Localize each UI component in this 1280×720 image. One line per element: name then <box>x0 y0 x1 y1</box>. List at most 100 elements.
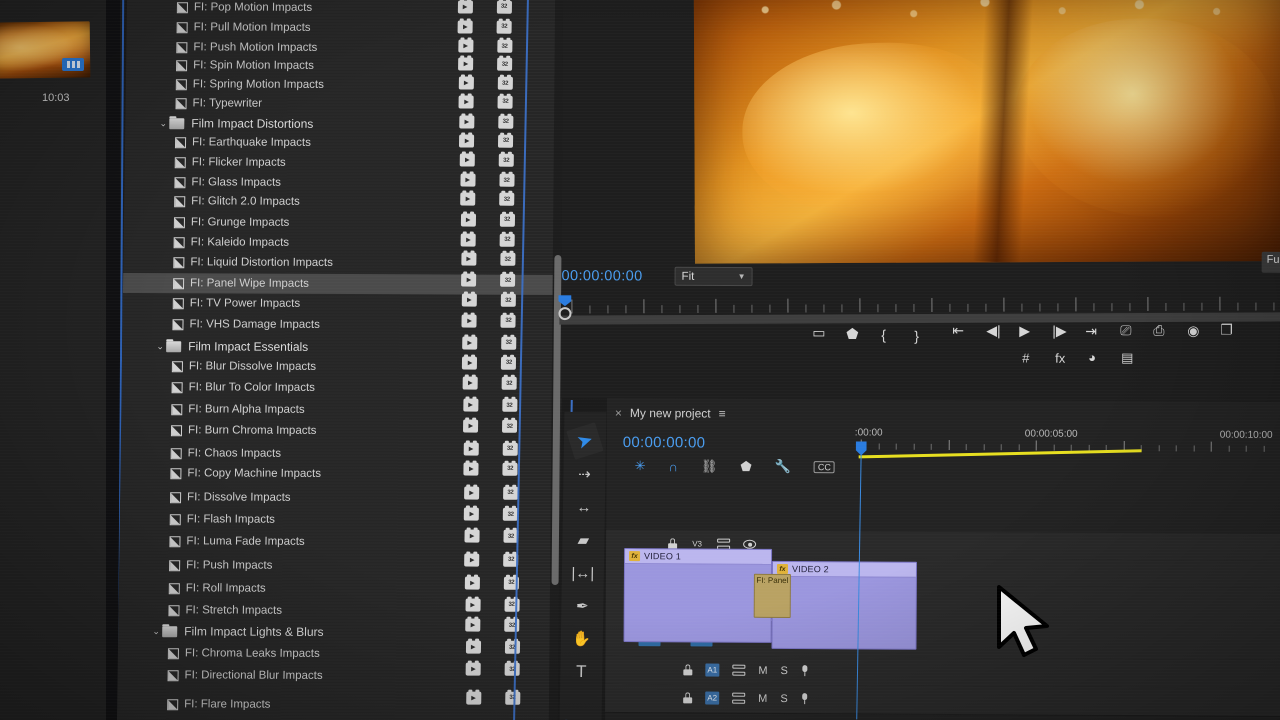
close-icon[interactable]: × <box>615 406 622 420</box>
program-monitor-ruler[interactable] <box>561 296 1280 314</box>
track-lock-icon[interactable] <box>683 664 692 675</box>
multicam-icon[interactable]: # <box>1022 351 1029 366</box>
go-to-in-icon[interactable]: ⇤ <box>952 322 964 339</box>
panel-menu-icon[interactable]: ≡ <box>719 407 725 421</box>
track-visibility-eye-icon[interactable] <box>743 539 757 549</box>
effects-item-row[interactable]: FI: Copy Machine Impacts <box>120 463 610 485</box>
effects-item-row[interactable]: FI: Blur Dissolve Impacts <box>122 356 612 378</box>
track-targeting-A2[interactable]: A2 <box>705 691 720 705</box>
effects-item-row[interactable]: FI: Dissolve Impacts <box>120 487 610 509</box>
clip-duration-label: 10:03 <box>42 92 70 104</box>
yuv-accelerated-badge: ▶ <box>459 134 475 148</box>
solo-track-button[interactable]: S <box>780 692 787 704</box>
effects-item-row[interactable]: FI: Flash Impacts <box>120 509 610 531</box>
track-targeting-A1[interactable]: A1 <box>705 663 720 677</box>
pen-tool[interactable]: ✒ <box>567 591 597 621</box>
play-stop-icon[interactable]: ▶ <box>1019 322 1030 339</box>
fx-badge-icon[interactable]: fx <box>776 563 789 575</box>
timeline-tab[interactable]: × My new project ≡ <box>615 406 725 421</box>
go-to-out-icon[interactable]: ⇥ <box>1085 323 1097 340</box>
effects-item-row[interactable]: FI: Roll Impacts <box>119 578 609 600</box>
effects-item-row[interactable]: FI: Liquid Distortion Impacts <box>123 252 613 274</box>
snap-magnet-icon[interactable]: ∩ <box>668 459 677 474</box>
type-tool[interactable]: T <box>566 657 596 687</box>
effects-panel: FI: Flip Motion ImpactsFI: Pop Motion Im… <box>116 0 614 720</box>
effects-item-row[interactable]: FI: Flare Impacts <box>117 694 607 716</box>
extract-icon[interactable]: ⎙ <box>1153 322 1164 339</box>
comparison-view-icon[interactable]: ❐ <box>1220 322 1233 339</box>
voice-over-icon[interactable] <box>801 693 808 704</box>
effect-accelerator-badges: ▶ 32 <box>464 598 520 612</box>
effects-item-row[interactable]: FI: Directional Blur Impacts <box>117 665 607 687</box>
track-lock-icon[interactable] <box>683 692 692 703</box>
nested-sequence-icon[interactable]: ✳ <box>635 458 646 474</box>
effects-icon[interactable]: fx <box>1055 351 1065 366</box>
program-monitor-zoom-select[interactable]: Fit ▼ <box>674 266 753 287</box>
chevron-down-icon[interactable]: ⌄ <box>154 341 166 352</box>
effects-item-row[interactable]: FI: Burn Chroma Impacts <box>121 420 611 442</box>
effects-item-row[interactable]: FI: Luma Fade Impacts <box>119 531 609 553</box>
timeline-playhead-timecode[interactable]: 00:00:00:00 <box>623 434 706 452</box>
program-monitor-video-frame[interactable] <box>693 0 1280 264</box>
lift-icon[interactable]: ⎚ <box>1120 322 1131 339</box>
timeline-settings-wrench-icon[interactable]: 🔧 <box>775 459 791 475</box>
effects-item-row[interactable]: FI: Blur To Color Impacts <box>121 377 611 399</box>
effects-item-row[interactable]: FI: Earthquake Impacts <box>125 132 615 154</box>
step-back-icon[interactable]: ◀| <box>986 322 1000 339</box>
effects-item-row[interactable]: FI: Grunge Impacts <box>124 212 614 234</box>
playback-resolution-dropdown[interactable]: Full <box>1261 251 1280 273</box>
sequence-name-label[interactable]: My new project <box>630 406 711 420</box>
slip-tool[interactable]: |↔| <box>568 558 598 588</box>
effects-item-row[interactable]: FI: Typewriter <box>125 93 615 115</box>
selection-tool[interactable]: ➤ <box>566 422 604 460</box>
voice-over-icon[interactable] <box>801 665 808 676</box>
yuv-accelerated-badge: ▶ <box>461 314 477 328</box>
add-marker-icon[interactable]: ⬟ <box>740 459 751 475</box>
ruler-tick <box>1210 441 1212 452</box>
effects-item-row[interactable]: FI: Pop Motion Impacts <box>127 0 617 19</box>
timeline-clip[interactable]: fx VIDEO 2 <box>771 560 918 650</box>
effects-item-row[interactable]: FI: TV Power Impacts <box>123 293 613 315</box>
timeline-clip[interactable]: fx VIDEO 1 <box>623 548 773 643</box>
track-select-forward-tool[interactable]: ⇢ <box>569 459 599 489</box>
hand-tool[interactable]: ✋ <box>567 624 597 654</box>
mute-track-button[interactable]: M <box>758 692 767 704</box>
effects-item-row[interactable]: FI: Stretch Impacts <box>118 600 608 622</box>
button-editor-icon[interactable]: ▤ <box>1121 350 1133 366</box>
effects-item-row[interactable]: FI: Flicker Impacts <box>125 152 615 174</box>
effects-folder-row[interactable]: ⌄ Film Impact Lights & Blurs <box>118 621 590 643</box>
solo-track-button[interactable]: S <box>780 664 787 676</box>
marker-icon[interactable]: ⬟ <box>846 326 858 343</box>
effects-item-row[interactable]: FI: VHS Damage Impacts <box>122 314 612 336</box>
program-monitor-timecode[interactable]: 00:00:00:00 <box>562 268 643 284</box>
settings-icon[interactable]: ◕ <box>1088 350 1096 365</box>
effects-item-row[interactable]: FI: Push Impacts <box>119 555 609 577</box>
linked-selection-icon[interactable]: ⛓ <box>701 458 718 474</box>
sync-lock-icon[interactable] <box>732 665 745 676</box>
export-frame-icon[interactable]: ◉ <box>1187 322 1199 339</box>
list-view-icon[interactable] <box>62 58 84 71</box>
effects-folder-row[interactable]: ⌄ Film Impact Essentials <box>122 336 594 358</box>
sync-lock-icon[interactable] <box>732 693 745 704</box>
effects-item-row[interactable]: FI: Panel Wipe Impacts <box>122 273 614 296</box>
fx-badge-icon[interactable]: fx <box>629 551 641 562</box>
effects-item-row[interactable]: FI: Kaleido Impacts <box>124 232 614 254</box>
razor-tool[interactable]: ▰ <box>568 525 598 555</box>
mark-in-icon[interactable]: { <box>881 327 886 343</box>
effects-item-row[interactable]: FI: Burn Alpha Impacts <box>121 399 611 421</box>
mark-out-icon[interactable]: } <box>914 328 919 344</box>
effects-item-row[interactable]: FI: Pull Motion Impacts <box>127 17 617 39</box>
effects-item-row[interactable]: FI: Glitch 2.0 Impacts <box>124 191 614 213</box>
program-monitor-playhead[interactable] <box>558 295 572 321</box>
step-forward-icon[interactable]: |▶ <box>1052 323 1066 340</box>
effects-item-row[interactable]: FI: Chaos Impacts <box>121 443 611 465</box>
safe-margins-icon[interactable]: ▭ <box>812 324 825 341</box>
dragged-transition-fi-panel[interactable]: FI: Panel <box>753 573 791 619</box>
chevron-down-icon[interactable]: ⌄ <box>150 626 162 637</box>
mute-track-button[interactable]: M <box>758 664 767 676</box>
program-monitor-scrub-bar[interactable] <box>559 312 1280 325</box>
captions-cc-icon[interactable]: CC <box>813 461 835 474</box>
effects-item-row[interactable]: FI: Chroma Leaks Impacts <box>118 643 608 665</box>
ripple-edit-tool[interactable]: ↔ <box>569 492 599 522</box>
chevron-down-icon[interactable]: ⌄ <box>157 118 169 129</box>
